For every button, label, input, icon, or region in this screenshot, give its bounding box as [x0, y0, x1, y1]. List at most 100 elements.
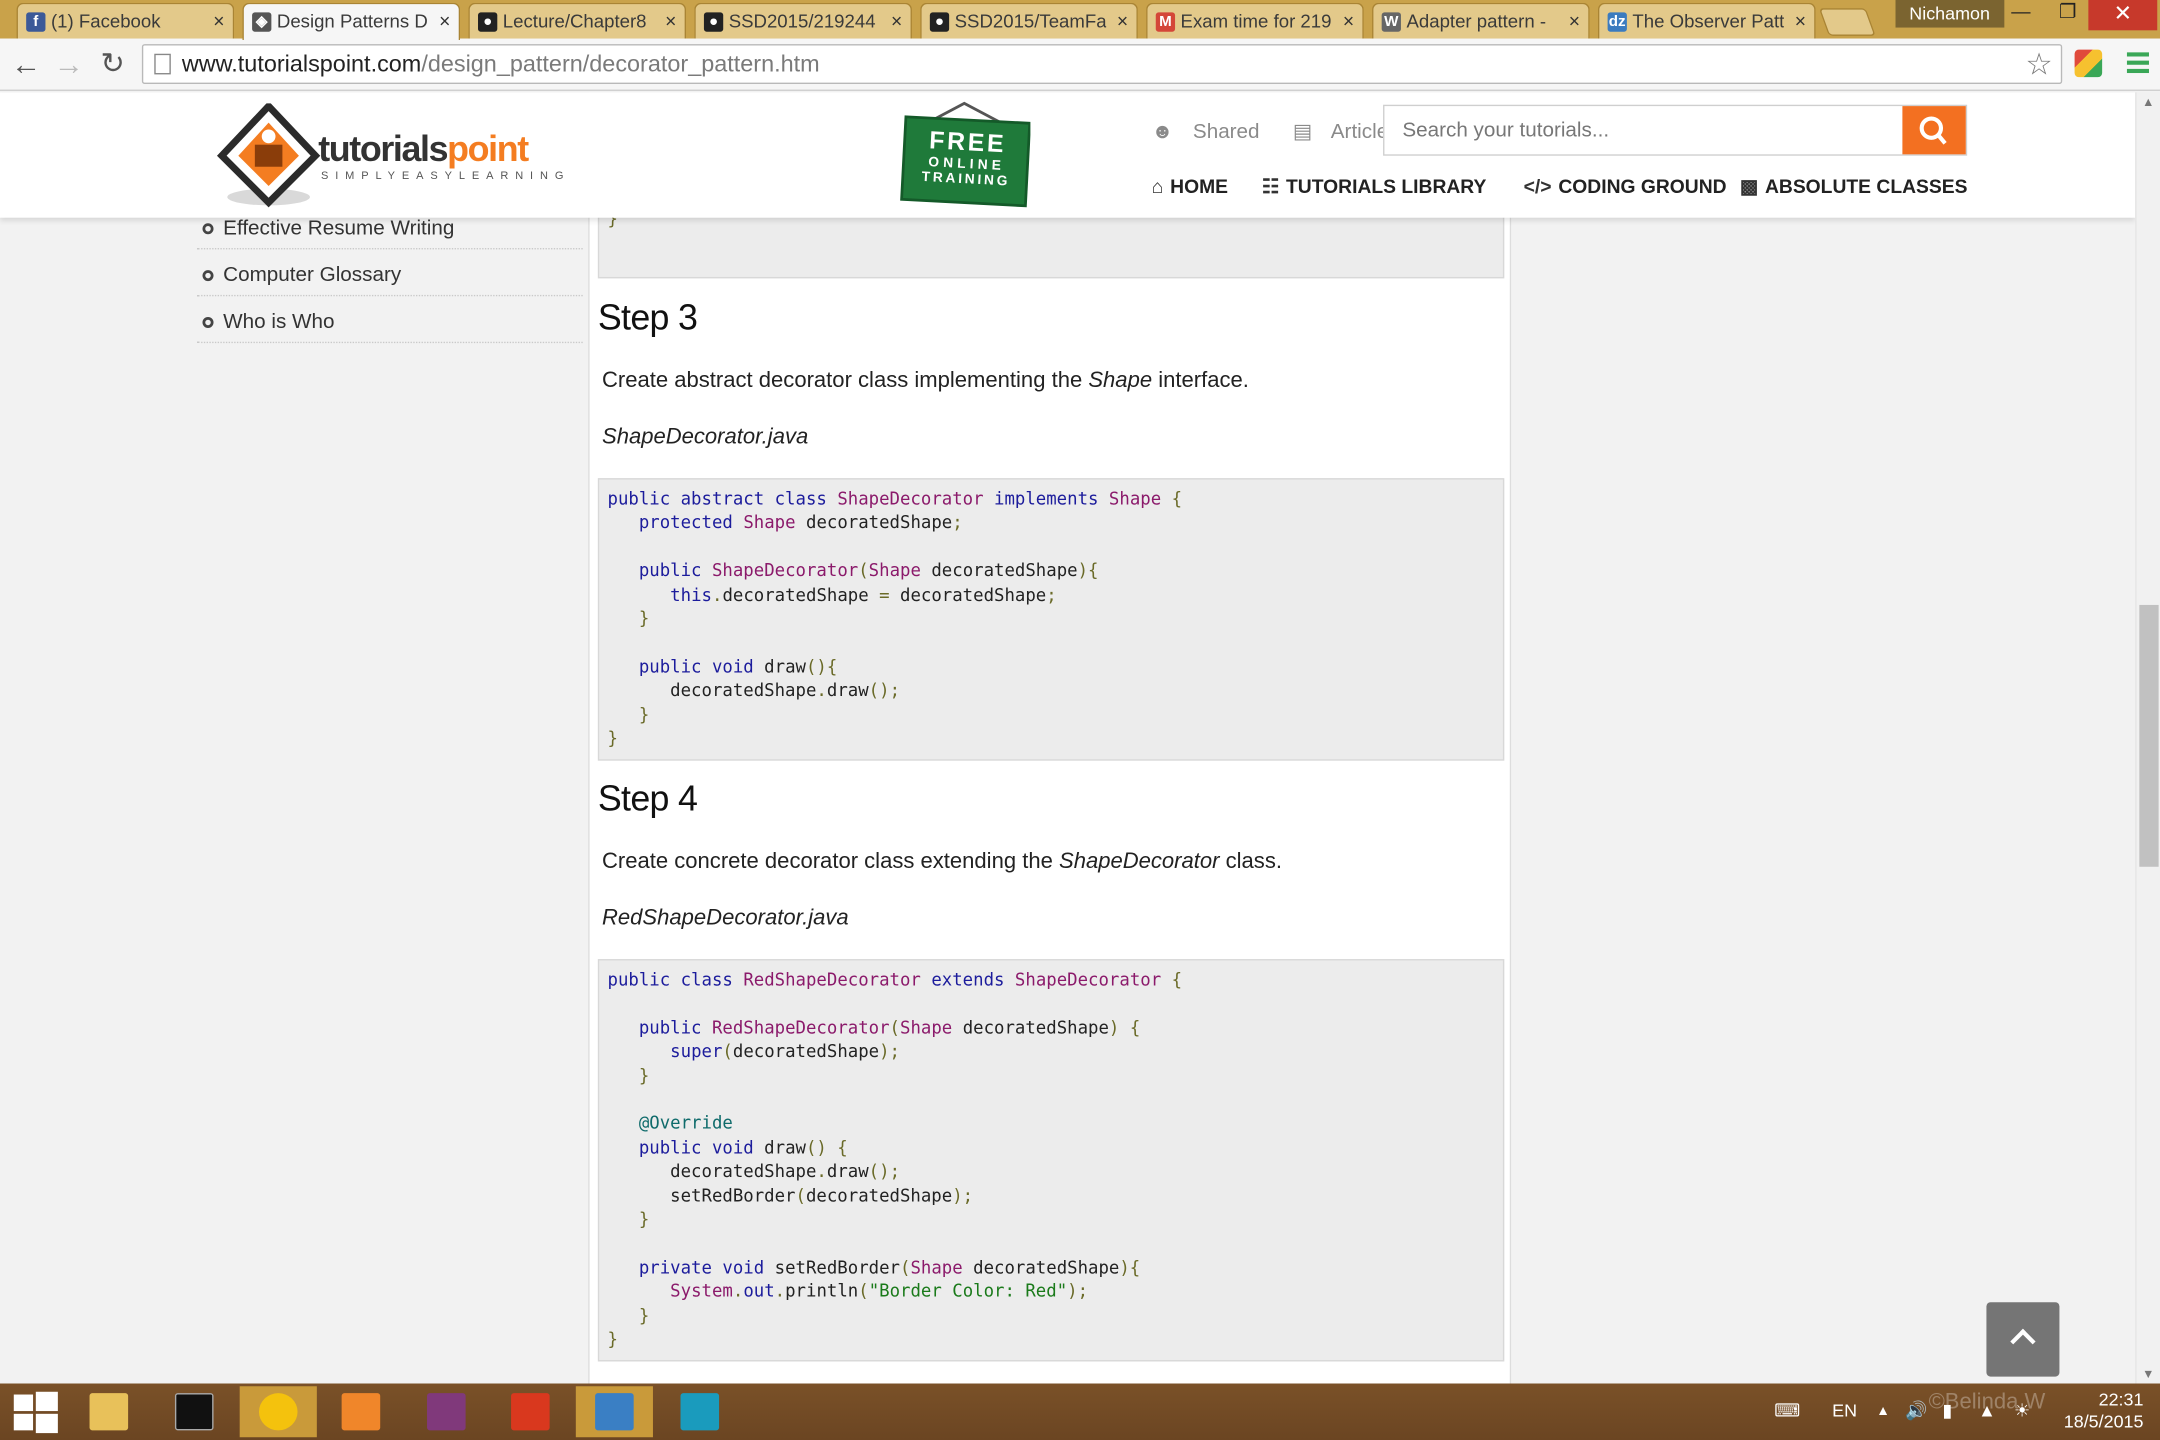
language-indicator[interactable]: EN	[1832, 1400, 1857, 1421]
browser-tab[interactable]: dz The Observer Patt ×	[1597, 2, 1816, 39]
chrome-icon	[258, 1393, 298, 1431]
tab-label: The Observer Patt	[1632, 11, 1784, 32]
nav-absolute-classes[interactable]: ▩ ABSOLUTE CLASSES	[1740, 175, 1968, 198]
url-text: www.tutorialspoint.com/design_pattern/de…	[181, 50, 820, 78]
site-header: tutorialspoint SIMPLYEASYLEARNING FREE O…	[0, 92, 2136, 218]
page-viewport: tutorialspoint SIMPLYEASYLEARNING FREE O…	[0, 92, 2136, 1384]
search-input[interactable]	[1384, 106, 1903, 155]
free-training-badge[interactable]: FREE ONLINE TRAINING	[898, 101, 1031, 211]
taskbar-file-explorer[interactable]	[70, 1386, 147, 1437]
tab-label: Exam time for 219	[1180, 11, 1332, 32]
scrollbar-thumb[interactable]	[2139, 604, 2159, 867]
code-block-red-shape-decorator: public class RedShapeDecorator extends S…	[597, 959, 1505, 1362]
address-bar[interactable]: www.tutorialspoint.com/design_pattern/de…	[141, 44, 2063, 85]
tab-label: Lecture/Chapter8	[502, 11, 647, 32]
step-4-heading: Step 4	[597, 777, 698, 819]
taskbar-command-prompt[interactable]	[156, 1386, 233, 1437]
step-3-heading: Step 3	[597, 296, 698, 338]
github-icon: ●	[478, 12, 498, 32]
close-tab-icon[interactable]: ×	[891, 10, 902, 32]
taskbar-java-ide[interactable]	[575, 1386, 653, 1438]
document-icon: ▤	[1292, 119, 1313, 144]
page-icon	[154, 53, 171, 75]
tab-label: (1) Facebook	[50, 11, 161, 32]
system-clock[interactable]: 22:31 18/5/2015	[2058, 1389, 2144, 1433]
browser-tab[interactable]: ● SSD2015/219244 ×	[694, 2, 912, 39]
close-tab-icon[interactable]: ×	[665, 10, 676, 32]
java-ide-icon	[595, 1393, 634, 1431]
restore-icon[interactable]: ❐	[2044, 0, 2091, 28]
step-3-text: Create abstract decorator class implemen…	[601, 369, 1249, 393]
facebook-icon: f	[26, 12, 46, 32]
browser-tab[interactable]: M Exam time for 219 ×	[1146, 2, 1364, 39]
browser-toolbar: ← → ↻ www.tutorialspoint.com/design_patt…	[0, 38, 2160, 91]
wikipedia-icon: W	[1381, 12, 1401, 32]
github-icon: ●	[929, 12, 950, 32]
scroll-up-arrow-icon[interactable]: ▲	[2142, 95, 2154, 109]
media-player-icon	[341, 1393, 381, 1431]
sidebar-item[interactable]: Who is Who	[196, 296, 583, 344]
bullet-icon	[202, 223, 214, 235]
step-4-text: Create concrete decorator class extendin…	[601, 850, 1282, 874]
back-arrow-icon[interactable]: ←	[11, 47, 41, 83]
onenote-icon	[427, 1393, 466, 1431]
extension-icon[interactable]	[2074, 49, 2103, 78]
scroll-down-arrow-icon[interactable]: ▼	[2142, 1367, 2154, 1381]
shared-link[interactable]: ☻ Shared	[1152, 120, 1274, 143]
show-hidden-icons-icon[interactable]: ▲	[1876, 1404, 1890, 1419]
step-3-filename: ShapeDecorator.java	[601, 425, 809, 450]
nav-home[interactable]: ⌂ HOME	[1152, 175, 1228, 197]
browser-tab[interactable]: ◈ Design Patterns D ×	[242, 2, 461, 40]
close-tab-icon[interactable]: ×	[1795, 10, 1806, 32]
browser-tab[interactable]: W Adapter pattern - ×	[1372, 2, 1590, 39]
forward-arrow-icon[interactable]: →	[54, 47, 84, 83]
close-window-icon[interactable]: ✕	[2088, 0, 2158, 31]
new-tab-button[interactable]	[1818, 8, 1876, 36]
start-button[interactable]	[0, 1386, 77, 1437]
tab-label: Adapter pattern -	[1406, 11, 1547, 32]
clock-date: 18/5/2015	[2063, 1411, 2144, 1432]
search-icon	[1919, 116, 1947, 145]
step-4-filename: RedShapeDecorator.java	[601, 906, 849, 931]
taskbar-chrome[interactable]	[239, 1386, 317, 1438]
menu-icon[interactable]	[2126, 52, 2149, 74]
github-icon: ●	[703, 12, 724, 32]
taskbar-media-player[interactable]	[322, 1386, 399, 1437]
bookmark-star-icon[interactable]: ☆	[2025, 47, 2052, 83]
tab-label: SSD2015/TeamFa	[954, 11, 1107, 32]
tab-label: Design Patterns D	[276, 11, 428, 32]
close-tab-icon[interactable]: ×	[213, 10, 224, 32]
clock-time: 22:31	[2098, 1389, 2144, 1410]
logo-mark-icon	[216, 103, 321, 208]
profile-button[interactable]: Nichamon	[1895, 0, 2004, 28]
user-icon: ☻	[1151, 119, 1174, 144]
nav-coding-ground[interactable]: </> CODING GROUND	[1524, 175, 1727, 197]
code-block-shape-decorator: public abstract class ShapeDecorator imp…	[597, 478, 1505, 761]
browser-tab[interactable]: ● SSD2015/TeamFa ×	[920, 2, 1138, 39]
search-button[interactable]	[1902, 106, 1966, 155]
article-content: } } Step 3 Create abstract decorator cla…	[588, 92, 1512, 1384]
close-tab-icon[interactable]: ×	[1117, 10, 1128, 32]
acrobat-icon	[511, 1393, 550, 1431]
browser-tab[interactable]: ● Lecture/Chapter8 ×	[468, 2, 687, 39]
taskbar-photos[interactable]	[661, 1386, 738, 1437]
taskbar-onenote[interactable]	[408, 1386, 485, 1437]
minimize-icon[interactable]: —	[1997, 0, 2044, 28]
scroll-to-top-button[interactable]	[1986, 1302, 2060, 1377]
photos-icon	[680, 1393, 720, 1431]
browser-tab[interactable]: f (1) Facebook ×	[16, 2, 235, 39]
volume-icon[interactable]: 🔊	[1905, 1400, 1927, 1422]
close-tab-icon[interactable]: ×	[1343, 10, 1354, 32]
site-logo[interactable]: tutorialspoint SIMPLYEASYLEARNING	[214, 103, 586, 208]
terminal-icon	[174, 1393, 214, 1431]
close-tab-icon[interactable]: ×	[439, 10, 450, 32]
sidebar-item[interactable]: Computer Glossary	[196, 249, 583, 297]
dzone-icon: dz	[1607, 12, 1627, 32]
page-scrollbar[interactable]: ▲ ▼	[2135, 92, 2160, 1384]
taskbar-acrobat[interactable]	[492, 1386, 569, 1437]
library-icon: ☷	[1261, 175, 1280, 198]
reload-icon[interactable]: ↻	[101, 47, 125, 81]
keyboard-icon[interactable]: ⌨	[1774, 1400, 1800, 1422]
nav-tutorials-library[interactable]: ☷ TUTORIALS LIBRARY	[1262, 175, 1487, 198]
close-tab-icon[interactable]: ×	[1569, 10, 1580, 32]
